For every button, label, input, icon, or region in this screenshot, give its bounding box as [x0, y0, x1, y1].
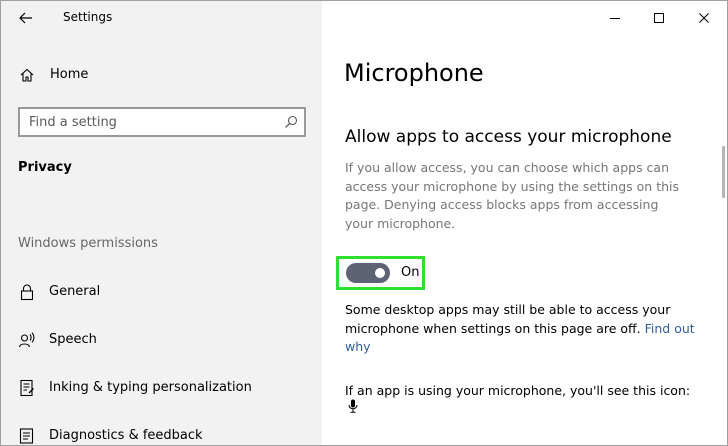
toggle-state-label: On	[401, 265, 420, 280]
search-icon	[285, 115, 298, 128]
microphone-access-toggle[interactable]	[346, 263, 390, 283]
desktop-apps-note: Some desktop apps may still be able to a…	[345, 301, 710, 357]
microphone-icon	[348, 399, 358, 413]
sidebar-item-label: General	[49, 284, 101, 299]
scrollbar-thumb[interactable]	[722, 146, 725, 198]
sidebar-item-label: Speech	[49, 332, 97, 347]
sidebar-item-label: Inking & typing personalization	[49, 380, 252, 395]
sidebar-item-label: Home	[50, 67, 89, 82]
sidebar-item-inking-typing[interactable]: Inking & typing personalization	[1, 369, 322, 405]
section-description: If you allow access, you can choose whic…	[345, 160, 680, 232]
settings-window: Settings Home Privacy Windows permission…	[0, 0, 728, 446]
note-text: Some desktop apps may still be able to a…	[345, 302, 671, 336]
section-title: Allow apps to access your microphone	[345, 127, 672, 147]
lock-icon	[20, 284, 34, 301]
sidebar-item-diagnostics[interactable]: Diagnostics & feedback	[1, 417, 322, 445]
sidebar-item-general[interactable]: General	[1, 273, 322, 309]
home-icon	[20, 68, 34, 82]
sidebar: Settings Home Privacy Windows permission…	[1, 1, 322, 445]
icon-note: If an app is using your microphone, you'…	[345, 383, 691, 398]
search-input[interactable]	[29, 113, 279, 131]
sidebar-item-home[interactable]: Home	[1, 59, 322, 91]
search-box[interactable]	[18, 107, 306, 137]
app-title: Settings	[63, 10, 113, 24]
speech-icon	[18, 332, 35, 348]
sidebar-item-speech[interactable]: Speech	[1, 321, 322, 357]
inking-icon	[20, 379, 34, 397]
main-content: Microphone Allow apps to access your mic…	[322, 1, 727, 445]
toggle-knob	[375, 268, 385, 278]
group-label-windows-permissions: Windows permissions	[18, 236, 158, 251]
back-button[interactable]	[13, 7, 39, 29]
diagnostics-icon	[19, 428, 34, 444]
sidebar-item-label: Diagnostics & feedback	[49, 428, 203, 443]
section-heading-privacy: Privacy	[18, 160, 72, 175]
back-arrow-icon	[19, 12, 32, 24]
page-title: Microphone	[344, 59, 484, 87]
